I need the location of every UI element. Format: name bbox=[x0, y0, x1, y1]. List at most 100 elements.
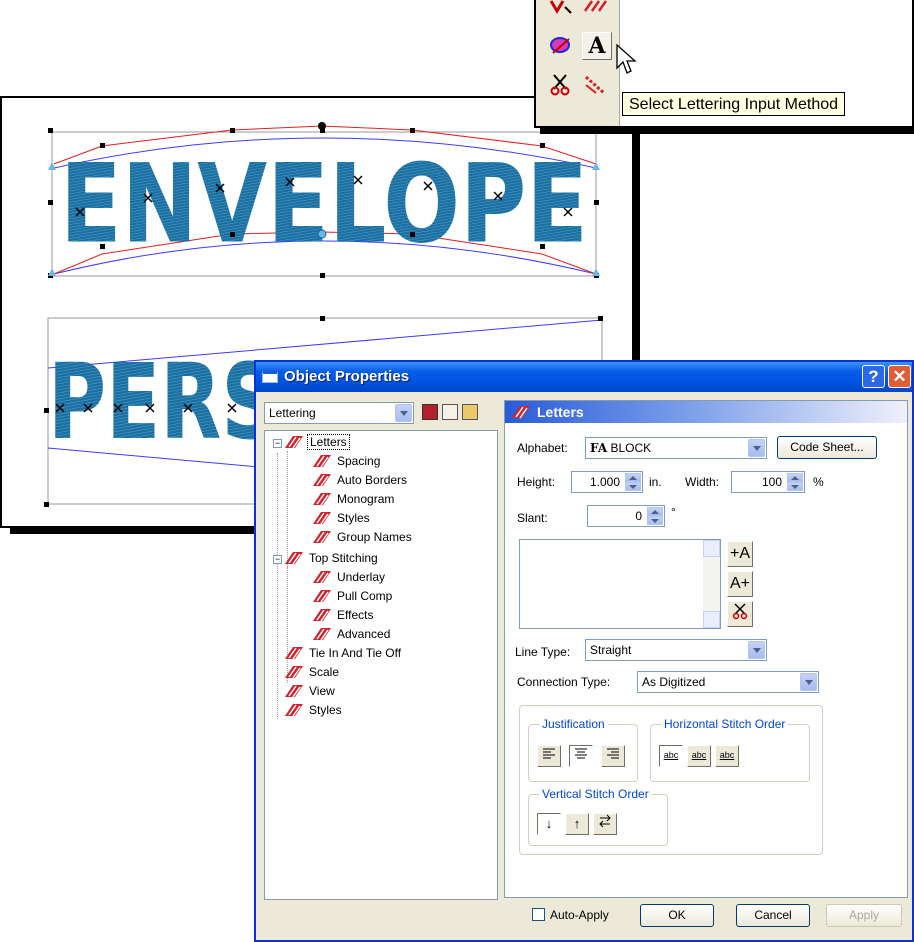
category-select[interactable]: Lettering bbox=[264, 402, 414, 424]
stitch-diamond-icon bbox=[285, 704, 303, 717]
appliqué-tool-icon[interactable] bbox=[546, 32, 576, 60]
hso-right-to-left-button[interactable]: abc bbox=[687, 745, 711, 767]
tree-item-advanced[interactable]: Advanced bbox=[311, 625, 392, 643]
tree-item-scale[interactable]: Scale bbox=[283, 663, 341, 681]
stitch-edit-tool-icon[interactable] bbox=[580, 70, 610, 98]
cancel-button[interactable]: Cancel bbox=[736, 904, 810, 927]
chevron-down-icon[interactable] bbox=[748, 439, 765, 457]
tree-item-label: Styles bbox=[337, 511, 370, 525]
chevron-down-icon[interactable] bbox=[395, 404, 412, 422]
connection-type-label: Connection Type: bbox=[517, 675, 611, 689]
width-label: Width: bbox=[685, 475, 720, 489]
tree-item-effects[interactable]: Effects bbox=[311, 606, 375, 624]
tree-item-label: Tie In And Tie Off bbox=[309, 646, 402, 660]
height-label: Height: bbox=[517, 475, 556, 489]
hso-center-out-button[interactable]: abc bbox=[715, 745, 739, 767]
tree-item-auto-borders[interactable]: Auto Borders bbox=[311, 471, 409, 489]
copy-icon[interactable] bbox=[442, 404, 458, 420]
tree-item-label: Spacing bbox=[337, 454, 381, 468]
cut-tool-icon[interactable] bbox=[546, 70, 576, 98]
run-stitch-tool-icon[interactable] bbox=[580, 0, 610, 20]
tree-item-letters[interactable]: Letters bbox=[283, 433, 350, 451]
lettering-tool-icon[interactable]: A bbox=[582, 32, 612, 60]
dialog-footer: Auto-Apply OK Cancel Apply bbox=[256, 896, 912, 940]
align-left-button[interactable] bbox=[537, 745, 561, 767]
alphabet-select[interactable]: FA BLOCK bbox=[585, 437, 767, 459]
tree-item-spacing[interactable]: Spacing bbox=[311, 452, 382, 470]
justification-title: Justification bbox=[539, 717, 608, 731]
tree-item-tie-in-tie-off[interactable]: Tie In And Tie Off bbox=[283, 644, 403, 662]
slant-value: 0 bbox=[635, 509, 642, 523]
expander-top-stitching-icon[interactable]: − bbox=[273, 555, 282, 564]
chevron-down-icon[interactable] bbox=[748, 641, 765, 659]
auto-apply-label: Auto-Apply bbox=[550, 908, 609, 922]
align-right-button[interactable] bbox=[601, 745, 625, 767]
vertical-order-title: Vertical Stitch Order bbox=[539, 787, 652, 801]
height-unit: in. bbox=[649, 475, 662, 489]
tree-item-monogram[interactable]: Monogram bbox=[311, 490, 396, 508]
tree-item-label: Monogram bbox=[337, 492, 395, 506]
tree-item-group-names[interactable]: Group Names bbox=[311, 528, 414, 546]
height-stepper[interactable]: 1.000 bbox=[571, 471, 643, 493]
scroll-down-icon[interactable] bbox=[703, 611, 720, 628]
scroll-up-icon[interactable] bbox=[703, 540, 720, 557]
chevron-down-icon[interactable] bbox=[800, 673, 817, 691]
tree-item-label: View bbox=[309, 684, 335, 698]
close-button[interactable]: ✕ bbox=[888, 365, 911, 388]
text-scrollbar[interactable] bbox=[703, 540, 720, 628]
vso-bottom-up-button[interactable]: ↑ bbox=[565, 813, 589, 835]
stepper-arrows-icon[interactable] bbox=[787, 473, 803, 491]
insert-letter-left-button[interactable]: +A bbox=[727, 541, 753, 567]
help-button[interactable]: ? bbox=[862, 365, 885, 388]
horizontal-order-title: Horizontal Stitch Order bbox=[661, 717, 789, 731]
hso-left-to-right-button[interactable]: abc bbox=[659, 745, 683, 767]
category-toolbar bbox=[422, 404, 478, 420]
slant-stepper[interactable]: 0 bbox=[587, 505, 665, 527]
line-type-label: Line Type: bbox=[515, 645, 571, 659]
stepper-arrows-icon[interactable] bbox=[625, 473, 641, 491]
tree-item-label: Pull Comp bbox=[337, 589, 393, 603]
tree-item-pull-comp[interactable]: Pull Comp bbox=[311, 587, 394, 605]
auto-apply-checkbox[interactable] bbox=[532, 908, 545, 921]
insert-letter-right-button[interactable]: A+ bbox=[727, 571, 753, 597]
window-icon bbox=[262, 370, 278, 383]
width-stepper[interactable]: 100 bbox=[731, 471, 805, 493]
tree-item-label: Letters bbox=[307, 434, 350, 450]
letters-property-page: Letters Alphabet: FA BLOCK Code Sheet...… bbox=[504, 400, 908, 898]
tree-item-label: Top Stitching bbox=[309, 551, 378, 565]
tree-item-label: Underlay bbox=[337, 570, 386, 584]
mouse-pointer-icon bbox=[616, 44, 637, 74]
stitch-diamond-icon bbox=[313, 590, 331, 603]
save-style-icon[interactable] bbox=[422, 404, 438, 420]
tree-item-label: Styles bbox=[309, 703, 342, 717]
stitch-tool-icon[interactable] bbox=[546, 0, 576, 20]
connection-type-value: As Digitized bbox=[642, 675, 706, 689]
tree-item-styles-root[interactable]: Styles bbox=[283, 701, 344, 719]
tree-item-label: Effects bbox=[337, 608, 374, 622]
stitch-diamond-icon bbox=[285, 552, 303, 565]
vso-alternate-button[interactable] bbox=[593, 813, 617, 835]
properties-tree[interactable]: − − Letters Spacing Auto Borders Monogra… bbox=[264, 430, 498, 900]
stitch-diamond-icon bbox=[313, 609, 331, 622]
line-type-select[interactable]: Straight bbox=[585, 639, 767, 661]
tree-item-view[interactable]: View bbox=[283, 682, 337, 700]
vso-top-down-button[interactable]: ↓ bbox=[537, 813, 561, 835]
tree-item-underlay[interactable]: Underlay bbox=[311, 568, 387, 586]
stitch-diamond-icon bbox=[285, 666, 303, 679]
dialog-titlebar[interactable]: Object Properties ? ✕ bbox=[256, 362, 912, 392]
connection-type-select[interactable]: As Digitized bbox=[637, 671, 819, 693]
code-sheet-button[interactable]: Code Sheet... bbox=[777, 436, 877, 459]
ok-button[interactable]: OK bbox=[640, 904, 714, 927]
lettering-text-input[interactable] bbox=[519, 539, 721, 629]
apply-button[interactable]: Apply bbox=[826, 904, 902, 927]
paste-icon[interactable] bbox=[462, 404, 478, 420]
tree-item-styles[interactable]: Styles bbox=[311, 509, 372, 527]
section-header: Letters bbox=[505, 401, 907, 423]
tree-item-top-stitching[interactable]: Top Stitching bbox=[283, 549, 380, 567]
cut-letters-button[interactable] bbox=[727, 601, 753, 627]
align-center-button[interactable] bbox=[569, 745, 593, 767]
object-properties-dialog: Object Properties ? ✕ Lettering − − Lett… bbox=[254, 360, 914, 942]
width-unit: % bbox=[813, 475, 824, 489]
stepper-arrows-icon[interactable] bbox=[647, 507, 663, 525]
expander-letters-icon[interactable]: − bbox=[273, 439, 282, 448]
